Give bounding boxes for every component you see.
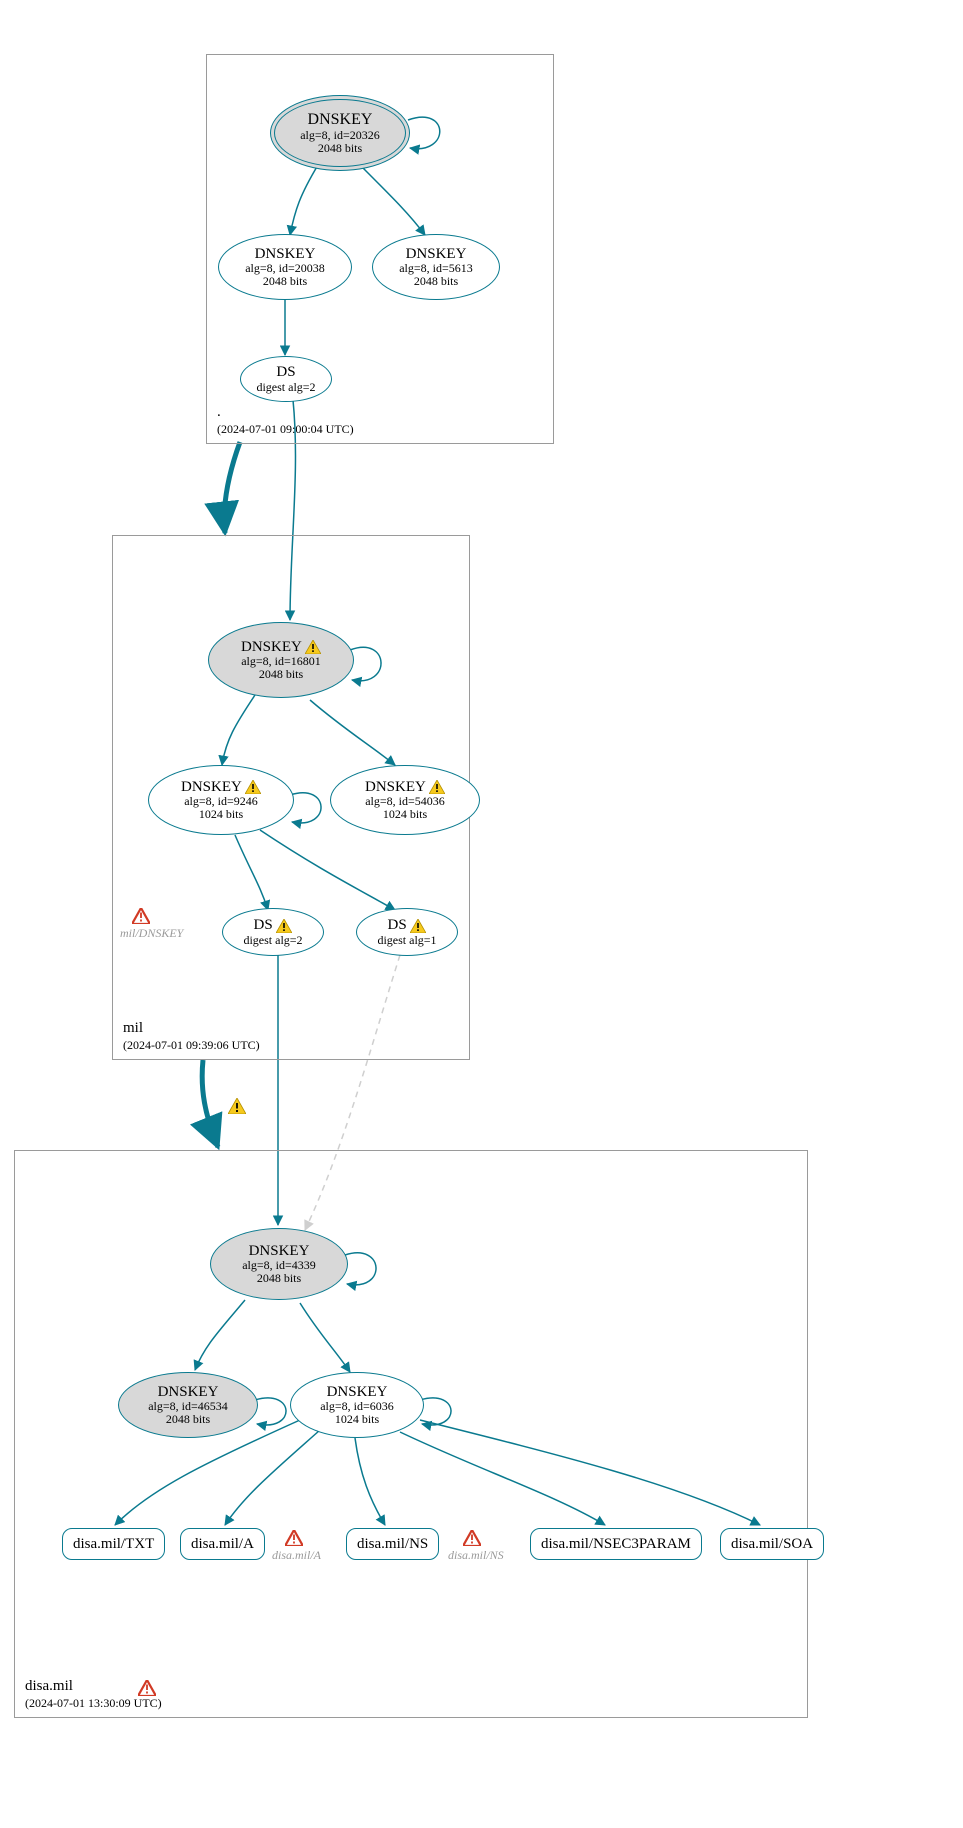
warning-icon — [305, 640, 321, 654]
node-mil-ds2-alg: digest alg=2 — [243, 934, 302, 947]
node-mil-zsk2[interactable]: DNSKEY alg=8, id=54036 1024 bits — [330, 765, 480, 835]
node-mil-ksk-title: DNSKEY — [241, 639, 321, 656]
warn-label-disa-a: disa.mil/A — [272, 1548, 321, 1563]
rr-disa-ns[interactable]: disa.mil/NS — [346, 1528, 439, 1560]
node-mil-ds2[interactable]: DS digest alg=2 — [222, 908, 324, 956]
node-root-ds-alg: digest alg=2 — [256, 381, 315, 394]
node-root-ds[interactable]: DS digest alg=2 — [240, 356, 332, 402]
node-mil-zsk2-title: DNSKEY — [365, 779, 445, 796]
node-mil-zsk2-title-text: DNSKEY — [365, 779, 425, 795]
rr-disa-nsec3param-label: disa.mil/NSEC3PARAM — [541, 1536, 691, 1553]
diagram-canvas: . (2024-07-01 09:00:04 UTC) mil (2024-07… — [0, 0, 963, 1828]
rr-disa-txt[interactable]: disa.mil/TXT — [62, 1528, 165, 1560]
rr-disa-soa[interactable]: disa.mil/SOA — [720, 1528, 824, 1560]
zone-disa: disa.mil (2024-07-01 13:30:09 UTC) — [14, 1150, 808, 1718]
node-mil-zsk1-title: DNSKEY — [181, 779, 261, 796]
node-disa-ksk-bits: 2048 bits — [257, 1272, 301, 1285]
node-mil-ksk-title-text: DNSKEY — [241, 639, 301, 655]
warning-icon — [245, 780, 261, 794]
rr-disa-soa-label: disa.mil/SOA — [731, 1536, 813, 1553]
node-mil-ds1-alg: digest alg=1 — [377, 934, 436, 947]
node-mil-ksk[interactable]: DNSKEY alg=8, id=16801 2048 bits — [208, 622, 354, 698]
node-disa-zsk-bits: 1024 bits — [335, 1413, 379, 1426]
node-root-ds-title: DS — [276, 364, 295, 381]
node-mil-zsk2-bits: 1024 bits — [383, 808, 427, 821]
node-mil-zsk1-bits: 1024 bits — [199, 808, 243, 821]
node-mil-ds1-title-text: DS — [388, 917, 407, 933]
node-root-zsk2-title: DNSKEY — [406, 246, 467, 263]
node-disa-k2-title: DNSKEY — [158, 1384, 219, 1401]
node-disa-k2[interactable]: DNSKEY alg=8, id=46534 2048 bits — [118, 1372, 258, 1438]
node-mil-zsk1-title-text: DNSKEY — [181, 779, 241, 795]
zone-root-timestamp: (2024-07-01 09:00:04 UTC) — [217, 422, 354, 437]
rr-disa-a-label: disa.mil/A — [191, 1536, 254, 1553]
node-mil-ds1[interactable]: DS digest alg=1 — [356, 908, 458, 956]
node-root-zsk2-bits: 2048 bits — [414, 275, 458, 288]
warning-icon — [276, 919, 292, 933]
zone-disa-label: disa.mil — [25, 1678, 73, 1695]
warn-label-mil-dnskey: mil/DNSKEY — [120, 926, 183, 941]
node-mil-ksk-bits: 2048 bits — [259, 668, 303, 681]
node-disa-zsk[interactable]: DNSKEY alg=8, id=6036 1024 bits — [290, 1372, 424, 1438]
node-mil-zsk1[interactable]: DNSKEY alg=8, id=9246 1024 bits — [148, 765, 294, 835]
warning-icon — [228, 1098, 246, 1119]
node-disa-ksk-title: DNSKEY — [249, 1243, 310, 1260]
node-root-ksk-bits: 2048 bits — [318, 142, 362, 155]
warn-label-disa-ns: disa.mil/NS — [448, 1548, 504, 1563]
node-root-ksk-title: DNSKEY — [308, 111, 373, 129]
node-disa-zsk-title: DNSKEY — [327, 1384, 388, 1401]
error-icon — [138, 1680, 156, 1701]
node-mil-ds2-title: DS — [254, 917, 293, 934]
node-disa-k2-bits: 2048 bits — [166, 1413, 210, 1426]
node-root-ksk[interactable]: DNSKEY alg=8, id=20326 2048 bits — [270, 95, 410, 171]
zone-mil-label: mil — [123, 1020, 143, 1037]
node-root-zsk1-bits: 2048 bits — [263, 275, 307, 288]
node-root-zsk2[interactable]: DNSKEY alg=8, id=5613 2048 bits — [372, 234, 500, 300]
node-mil-ds1-title: DS — [388, 917, 427, 934]
node-disa-ksk[interactable]: DNSKEY alg=8, id=4339 2048 bits — [210, 1228, 348, 1300]
warning-icon — [410, 919, 426, 933]
node-root-zsk1[interactable]: DNSKEY alg=8, id=20038 2048 bits — [218, 234, 352, 300]
rr-disa-nsec3param[interactable]: disa.mil/NSEC3PARAM — [530, 1528, 702, 1560]
rr-disa-txt-label: disa.mil/TXT — [73, 1536, 154, 1553]
node-mil-ds2-title-text: DS — [254, 917, 273, 933]
warning-icon — [429, 780, 445, 794]
zone-root-label: . — [217, 404, 221, 421]
node-root-ksk-alg: alg=8, id=20326 — [300, 129, 380, 142]
node-root-zsk1-title: DNSKEY — [255, 246, 316, 263]
rr-disa-ns-label: disa.mil/NS — [357, 1536, 428, 1553]
zone-mil-timestamp: (2024-07-01 09:39:06 UTC) — [123, 1038, 260, 1053]
rr-disa-a[interactable]: disa.mil/A — [180, 1528, 265, 1560]
